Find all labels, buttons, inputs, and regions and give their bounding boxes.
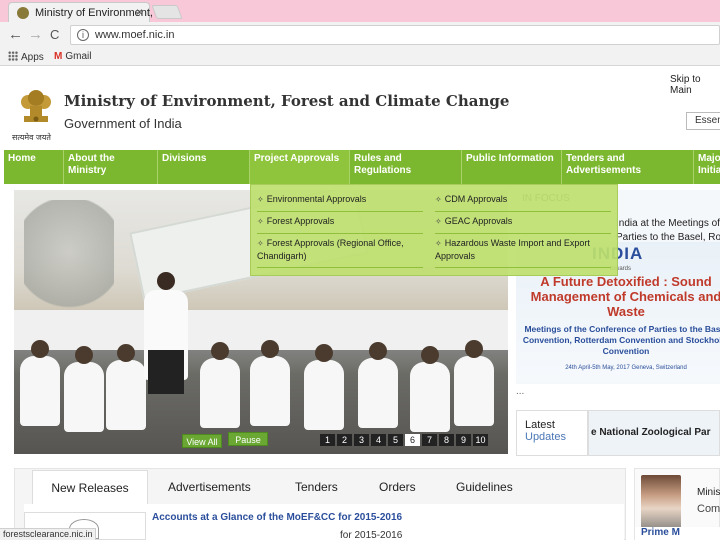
poster-title: A Future Detoxified : Sound Management o… <box>530 274 720 319</box>
nav-divisions[interactable]: Divisions <box>158 150 250 184</box>
nav-tenders-and-advertisements[interactable]: Tenders and Advertisements <box>562 150 694 184</box>
reload-icon[interactable]: C <box>50 27 59 42</box>
pager-button[interactable]: 9 <box>456 434 471 446</box>
minister-photo <box>641 475 681 529</box>
in-focus-more: ... <box>516 386 525 397</box>
project-approvals-dropdown: Environmental Approvals Forest Approvals… <box>250 184 618 276</box>
dropdown-forest-approvals[interactable]: Forest Approvals <box>257 215 427 228</box>
nav-project-approvals[interactable]: Project Approvals <box>250 150 350 184</box>
slider-pager: 1 2 3 4 5 6 7 8 9 10 <box>320 434 488 446</box>
forward-arrow-icon[interactable]: → <box>28 26 43 43</box>
pager-button[interactable]: 5 <box>388 434 403 446</box>
in-focus-link-line1[interactable]: India at the Meetings of the Conferences… <box>616 218 720 229</box>
apps-grid-icon <box>8 51 18 61</box>
pager-button-current[interactable]: 6 <box>405 434 420 446</box>
dropdown-forest-approvals-regional[interactable]: Forest Approvals (Regional Office, Chand… <box>257 237 429 263</box>
release-subtext: for 2015-2016 <box>340 530 403 540</box>
tab-advertisements[interactable]: Advertisements <box>168 470 251 504</box>
browser-toolbar: ← → C i www.moef.nic.in <box>0 22 720 48</box>
tab-tenders[interactable]: Tenders <box>295 470 338 504</box>
main-navigation: Home About the Ministry Divisions Projec… <box>4 150 720 184</box>
nav-major-initiatives[interactable]: Majo Initia <box>694 150 720 184</box>
pager-button[interactable]: 8 <box>439 434 454 446</box>
nav-home[interactable]: Home <box>4 150 64 184</box>
nav-rules-and-regulations[interactable]: Rules and Regulations <box>350 150 462 184</box>
nav-about-the-ministry[interactable]: About the Ministry <box>64 150 158 184</box>
url-text[interactable]: www.moef.nic.in <box>95 29 174 41</box>
minister-card[interactable]: Minist Com Prime M <box>634 468 720 540</box>
browser-status-url: forestsclearance.nic.in <box>0 528 96 540</box>
tab-close-icon[interactable]: × <box>136 5 143 19</box>
national-emblem-icon <box>21 90 51 122</box>
view-all-button[interactable]: View All <box>182 434 222 448</box>
latest-updates-ticker[interactable]: e National Zoological Par <box>588 410 720 456</box>
browser-tab-active[interactable]: Ministry of Environment, × <box>8 2 153 22</box>
nav-public-information[interactable]: Public Information <box>462 150 562 184</box>
browser-tabstrip: Ministry of Environment, × <box>0 0 720 22</box>
back-arrow-icon[interactable]: ← <box>8 26 23 43</box>
tab-orders[interactable]: Orders <box>379 470 416 504</box>
latest-updates-label: Latest Updates <box>516 410 588 456</box>
ministry-title: Ministry of Environment, Forest and Clim… <box>64 92 510 110</box>
gmail-icon: M <box>54 51 63 62</box>
minister-line3: Prime M <box>635 527 720 540</box>
pager-button[interactable]: 1 <box>320 434 335 446</box>
dropdown-environmental-approvals[interactable]: Environmental Approvals <box>257 193 427 206</box>
new-tab-button[interactable] <box>151 5 183 19</box>
pager-button[interactable]: 7 <box>422 434 437 446</box>
minister-line2: Com <box>697 503 720 515</box>
site-favicon-icon <box>17 7 29 19</box>
bookmark-gmail[interactable]: M Gmail <box>54 51 91 62</box>
poster-meetings: Meetings of the Conference of Parties to… <box>522 324 720 356</box>
tab-guidelines[interactable]: Guidelines <box>456 470 513 504</box>
bookmark-apps[interactable]: Apps <box>8 51 44 63</box>
pause-button[interactable]: Pause <box>228 432 268 446</box>
site-search-input[interactable]: Essen <box>686 112 720 130</box>
skip-to-main-link[interactable]: Skip to Main <box>670 74 720 96</box>
emblem-motto: सत्यमेव जयते <box>12 133 51 142</box>
government-subtitle: Government of India <box>64 116 182 131</box>
tab-new-releases[interactable]: New Releases <box>32 470 148 504</box>
poster-dates: 24th April-5th May, 2017 Geneva, Switzer… <box>565 365 687 371</box>
pager-button[interactable]: 3 <box>354 434 369 446</box>
dropdown-geac-approvals[interactable]: GEAC Approvals <box>435 215 613 228</box>
site-info-icon[interactable]: i <box>77 29 89 41</box>
dropdown-cdm-approvals[interactable]: CDM Approvals <box>435 193 613 206</box>
dropdown-hazardous-waste-approvals[interactable]: Hazardous Waste Import and Export Approv… <box>435 237 613 263</box>
bookmarks-bar: Apps M Gmail <box>0 48 720 66</box>
pager-button[interactable]: 10 <box>473 434 488 446</box>
minister-line1: Minist <box>697 487 720 498</box>
release-link[interactable]: Accounts at a Glance of the MoEF&CC for … <box>152 512 402 523</box>
address-bar[interactable]: i www.moef.nic.in <box>70 25 720 45</box>
pager-button[interactable]: 2 <box>337 434 352 446</box>
pager-button[interactable]: 4 <box>371 434 386 446</box>
